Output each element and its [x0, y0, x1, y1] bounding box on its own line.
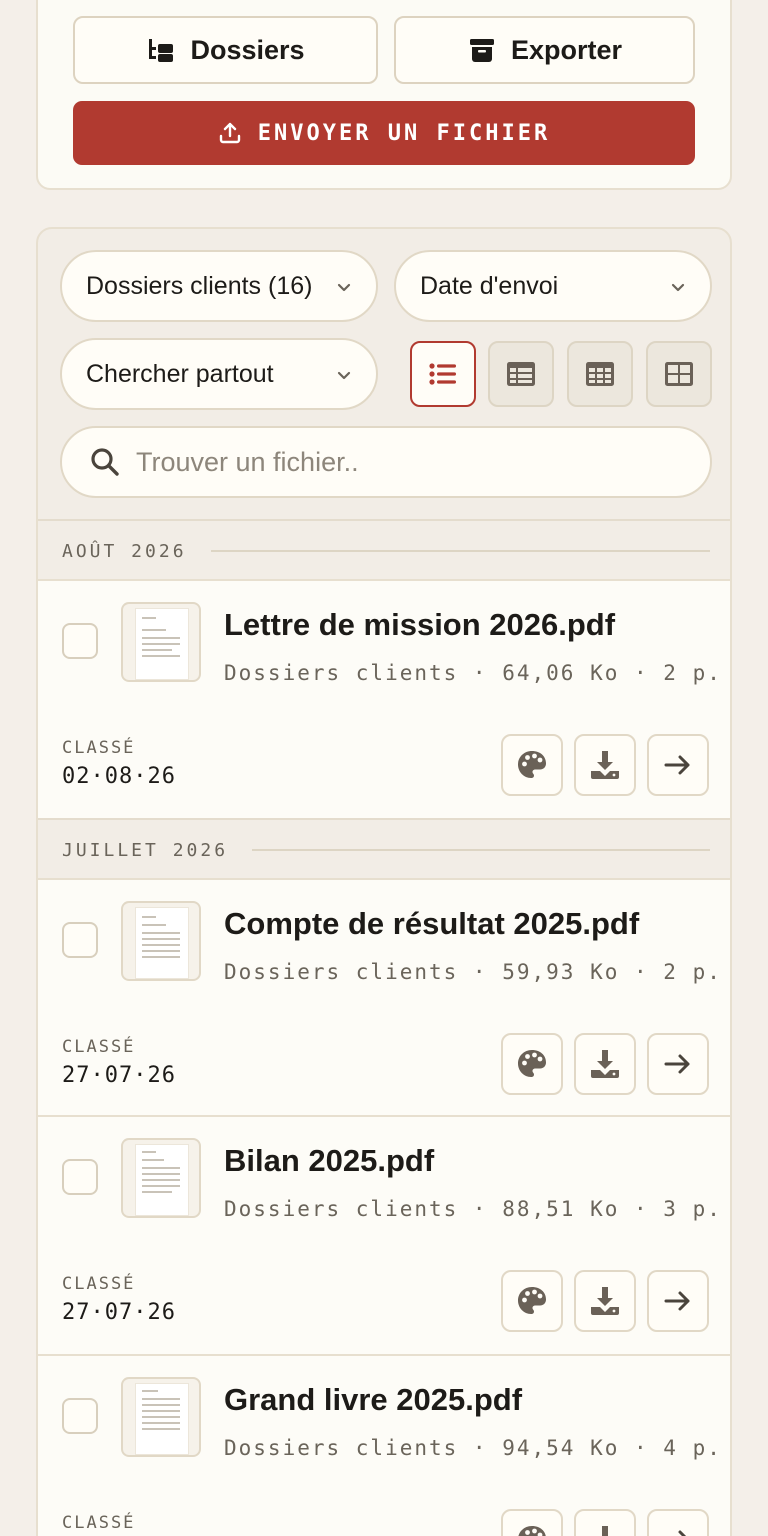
search-bar[interactable] — [60, 426, 712, 498]
file-browser: Dossiers clients (16) Date d'envoi Cherc… — [36, 227, 732, 1536]
month-header: JUILLET 2026 — [38, 818, 730, 880]
upload-file-button[interactable]: ENVOYER UN FICHIER — [73, 101, 695, 165]
folder-select-value: Dossiers clients (16) — [86, 271, 313, 300]
file-row[interactable]: Bilan 2025.pdf Dossiers clients · 88,51 … — [38, 1115, 730, 1355]
customize-button[interactable] — [501, 734, 563, 796]
grid-large-icon — [665, 362, 693, 386]
status-label: CLASSÉ — [62, 1513, 136, 1533]
arrow-right-icon — [678, 1530, 687, 1536]
folder-select[interactable]: Dossiers clients (16) — [60, 250, 378, 322]
upload-label: ENVOYER UN FICHIER — [257, 120, 551, 146]
sort-select-value: Date d'envoi — [420, 271, 559, 300]
download-icon — [591, 1050, 619, 1078]
palette-icon — [518, 1526, 546, 1536]
status-label: CLASSÉ — [62, 1037, 136, 1057]
download-button[interactable] — [574, 1509, 636, 1536]
month-label: AOÛT 2026 — [62, 540, 187, 562]
file-meta: Dossiers clients · 59,93 Ko · 2 p. — [224, 960, 722, 984]
file-date: 02·08·26 — [62, 764, 176, 789]
customize-button[interactable] — [501, 1033, 563, 1095]
folder-tree-icon — [149, 39, 174, 62]
arrow-right-icon — [664, 1291, 690, 1311]
search-input[interactable] — [136, 446, 656, 478]
table-icon — [507, 362, 535, 386]
download-button[interactable] — [574, 1270, 636, 1332]
export-button[interactable]: Exporter — [394, 16, 695, 84]
open-button[interactable] — [647, 734, 709, 796]
sort-select[interactable]: Date d'envoi — [394, 250, 712, 322]
file-name[interactable]: Compte de résultat 2025.pdf — [224, 906, 639, 942]
view-grid-large-button[interactable] — [646, 341, 712, 407]
status-label: CLASSÉ — [62, 738, 136, 758]
list-icon — [429, 363, 456, 385]
archive-icon — [469, 39, 494, 62]
export-label: Exporter — [510, 34, 623, 65]
download-button[interactable] — [574, 1033, 636, 1095]
file-meta: Dossiers clients · 64,06 Ko · 2 p. — [224, 661, 722, 685]
divider — [210, 550, 710, 552]
search-icon — [91, 448, 119, 476]
download-icon — [602, 1526, 608, 1536]
download-icon — [591, 1287, 619, 1315]
upload-icon — [219, 122, 240, 144]
file-meta: Dossiers clients · 94,54 Ko · 4 p. — [224, 1436, 722, 1460]
select-checkbox[interactable] — [62, 922, 98, 958]
scope-select[interactable]: Chercher partout — [60, 338, 378, 410]
file-thumbnail[interactable] — [121, 602, 201, 682]
view-list-button[interactable] — [410, 341, 476, 407]
view-table-button[interactable] — [488, 341, 554, 407]
arrow-right-icon — [664, 755, 690, 775]
download-button[interactable] — [574, 734, 636, 796]
open-button[interactable] — [647, 1270, 709, 1332]
chevron-down-icon — [337, 283, 351, 292]
file-date: 27·07·26 — [62, 1300, 176, 1325]
chevron-down-icon — [671, 283, 685, 292]
chevron-down-icon — [337, 371, 351, 380]
file-name[interactable]: Grand livre 2025.pdf — [224, 1382, 522, 1418]
palette-icon — [518, 1050, 546, 1077]
select-checkbox[interactable] — [62, 623, 98, 659]
file-name[interactable]: Lettre de mission 2026.pdf — [224, 607, 615, 643]
customize-button[interactable] — [501, 1270, 563, 1332]
grid-small-icon — [586, 362, 614, 386]
palette-icon — [518, 1287, 546, 1314]
folders-label: Dossiers — [190, 34, 305, 65]
file-thumbnail[interactable] — [121, 1377, 201, 1457]
month-header: AOÛT 2026 — [38, 519, 730, 581]
file-row[interactable]: Grand livre 2025.pdf Dossiers clients · … — [38, 1354, 730, 1536]
file-meta: Dossiers clients · 88,51 Ko · 3 p. — [224, 1197, 722, 1221]
scope-select-value: Chercher partout — [86, 359, 274, 388]
file-thumbnail[interactable] — [121, 901, 201, 981]
customize-button[interactable] — [501, 1509, 563, 1536]
view-grid-small-button[interactable] — [567, 341, 633, 407]
open-button[interactable] — [647, 1033, 709, 1095]
divider — [252, 849, 710, 851]
select-checkbox[interactable] — [62, 1398, 98, 1434]
file-date: 27·07·26 — [62, 1063, 176, 1088]
month-label: JUILLET 2026 — [62, 839, 229, 861]
file-row[interactable]: Lettre de mission 2026.pdf Dossiers clie… — [38, 579, 730, 819]
file-name[interactable]: Bilan 2025.pdf — [224, 1143, 434, 1179]
open-button[interactable] — [647, 1509, 709, 1536]
status-label: CLASSÉ — [62, 1274, 136, 1294]
select-checkbox[interactable] — [62, 1159, 98, 1195]
file-row[interactable]: Compte de résultat 2025.pdf Dossiers cli… — [38, 878, 730, 1116]
palette-icon — [518, 751, 546, 778]
folders-button[interactable]: Dossiers — [73, 16, 378, 84]
arrow-right-icon — [664, 1054, 690, 1074]
download-icon — [591, 751, 619, 779]
file-thumbnail[interactable] — [121, 1138, 201, 1218]
